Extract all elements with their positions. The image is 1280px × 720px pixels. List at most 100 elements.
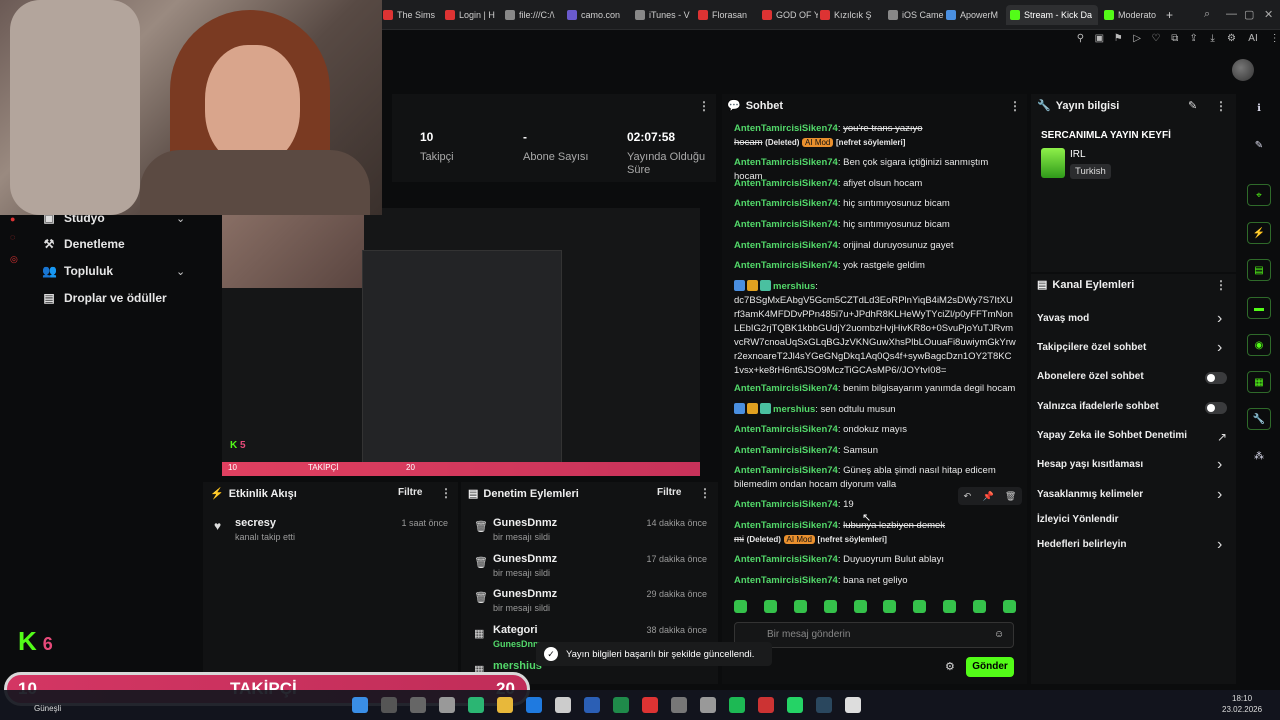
toggle-switch[interactable]	[1205, 372, 1227, 384]
chat-username[interactable]: AntenTamircisiSiken74	[734, 178, 838, 189]
browser-tab[interactable]: Florasan	[698, 5, 754, 25]
reply-icon[interactable]: ↶	[964, 491, 972, 502]
channel-action-item[interactable]: Yalnızca ifadelerle sohbet	[1037, 401, 1159, 412]
sidebar-item-community[interactable]: 👥 Topluluk	[42, 264, 113, 278]
channel-action-item[interactable]: Yasaklanmış kelimeler	[1037, 489, 1143, 500]
chat-menu-icon[interactable]: ⋮	[1009, 99, 1021, 113]
channel-action-item[interactable]: Abonelere özel sohbet	[1037, 371, 1144, 382]
pdf-icon[interactable]	[642, 697, 658, 713]
sidebar-item-drops[interactable]: ▤ Droplar ve ödüller	[42, 291, 166, 305]
chat-username[interactable]: AntenTamircisiSiken74	[734, 499, 838, 510]
menu-icon[interactable]: ⋮	[1269, 33, 1280, 44]
browser-tab[interactable]: camo.con	[567, 5, 623, 25]
emote-icon[interactable]	[883, 600, 897, 613]
search-tabs-icon[interactable]: ⌕	[1204, 8, 1210, 21]
chat-message[interactable]: AntenTamircisiSiken74: hiç sıntımıyosunu…	[734, 218, 1016, 232]
edit-icon[interactable]: ✎	[1188, 99, 1197, 112]
minimize-icon[interactable]: —	[1226, 8, 1237, 20]
chat-username[interactable]: AntenTamircisiSiken74	[734, 554, 838, 565]
chat-bubble-icon[interactable]: ▬	[1247, 297, 1271, 319]
new-tab-button[interactable]: +	[1166, 8, 1173, 22]
chevron-right-icon[interactable]: ›	[1217, 537, 1222, 553]
broadcast-icon[interactable]: ◉	[1247, 334, 1271, 356]
apps-icon[interactable]: ⁂	[1247, 446, 1271, 468]
search-icon[interactable]	[381, 697, 397, 713]
chat-username[interactable]: AntenTamircisiSiken74	[734, 575, 838, 586]
pin-icon[interactable]: 📌	[982, 491, 993, 502]
chat-message[interactable]: AntenTamircisiSiken74: yok rastgele geld…	[734, 259, 1016, 273]
moderation-actor[interactable]: GunesDnmz	[493, 588, 557, 600]
moderation-filter-button[interactable]: Filtre	[657, 487, 681, 498]
bookmark-icon[interactable]: ⚑	[1113, 33, 1124, 44]
stream-info-menu-icon[interactable]: ⋮	[1215, 99, 1227, 113]
moderation-actor[interactable]: Kategori	[493, 624, 538, 636]
target-icon[interactable]: ⌖	[1247, 184, 1271, 206]
folder-icon[interactable]	[497, 697, 513, 713]
file-icon[interactable]	[439, 697, 455, 713]
channel-action-item[interactable]: Hesap yaşı kısıtlaması	[1037, 459, 1143, 470]
channel-action-item[interactable]: Takipçilere özel sohbet	[1037, 342, 1146, 353]
app-icon[interactable]	[671, 697, 687, 713]
browser-tab[interactable]: Kızılcık Ş	[820, 5, 876, 25]
activity-menu-icon[interactable]: ⋮	[440, 486, 452, 500]
channel-action-item[interactable]: İzleyici Yönlendir	[1037, 514, 1119, 525]
chat-input[interactable]: Bir mesaj gönderin	[734, 622, 1014, 648]
moderation-actor[interactable]: mershius	[493, 660, 542, 672]
emote-icon[interactable]	[823, 600, 837, 613]
activity-user[interactable]: secresy	[235, 517, 276, 529]
moderation-actor[interactable]: GunesDnmz	[493, 553, 557, 565]
stream-preview[interactable]: K 5 10 TAKİPÇİ 20	[222, 208, 700, 476]
delete-icon[interactable]: 🗑	[1005, 491, 1016, 502]
spotify-icon[interactable]	[729, 697, 745, 713]
pin-icon[interactable]: ⚲	[1075, 33, 1086, 44]
chevron-down-icon[interactable]: ⌄	[176, 265, 185, 278]
browser-tab[interactable]: Login | H	[445, 5, 501, 25]
music-icon[interactable]	[700, 697, 716, 713]
emote-icon[interactable]	[973, 600, 986, 613]
chat-message[interactable]: AntenTamircisiSiken74: lubunya lezbiyen …	[734, 519, 1016, 547]
chat-username[interactable]: AntenTamircisiSiken74	[734, 445, 838, 456]
chat-username[interactable]: AntenTamircisiSiken74	[734, 219, 838, 230]
github-icon[interactable]	[845, 697, 861, 713]
layout-icon[interactable]: ▦	[1247, 371, 1271, 393]
lightning-icon[interactable]: ⚡	[1247, 222, 1271, 244]
emoji-icon[interactable]: ☺	[994, 629, 1004, 640]
avatar[interactable]	[1232, 59, 1254, 81]
chat-message[interactable]: mershius: dc7BSgMxEAbgV5Gcm5CZTdLd3EoRPl…	[734, 280, 1016, 378]
browser-tab[interactable]: Moderato	[1104, 5, 1160, 25]
ai-button[interactable]: AI	[1245, 33, 1261, 44]
browser-tab[interactable]: iOS Came	[888, 5, 944, 25]
close-icon[interactable]: ✕	[1264, 8, 1273, 21]
activity-filter-button[interactable]: Filtre	[398, 487, 422, 498]
wrench-icon[interactable]: 🔧	[1247, 408, 1271, 430]
play-icon[interactable]: ▷	[1132, 33, 1143, 44]
browser-tab[interactable]: The Sims	[383, 5, 439, 25]
chat-username[interactable]: AntenTamircisiSiken74	[734, 383, 838, 394]
chat-username[interactable]: mershius	[773, 404, 815, 415]
steam-icon[interactable]	[816, 697, 832, 713]
document-icon[interactable]: ▤	[1247, 259, 1271, 281]
sidebar-item-moderation[interactable]: ⚒ Denetleme	[42, 237, 125, 251]
send-button[interactable]: Gönder	[966, 657, 1014, 677]
chat-message[interactable]: AntenTamircisiSiken74: afiyet olsun hoca…	[734, 177, 1016, 191]
external-link-icon[interactable]: ↗	[1217, 430, 1227, 444]
chat-username[interactable]: AntenTamircisiSiken74	[734, 123, 838, 134]
stats-menu-icon[interactable]: ⋮	[698, 99, 710, 113]
task-view-icon[interactable]	[410, 697, 426, 713]
obs-icon[interactable]	[758, 697, 774, 713]
chat-username[interactable]: mershius	[773, 281, 815, 292]
browser-tab[interactable]: file:///C:/\	[505, 5, 561, 25]
emote-icon[interactable]	[943, 600, 957, 613]
emote-icon[interactable]	[1002, 600, 1016, 613]
emote-icon[interactable]	[853, 600, 867, 613]
taskbar-clock[interactable]: 18:10 23.02.2026	[1222, 693, 1262, 715]
chat-message[interactable]: AntenTamircisiSiken74: you're trans yazı…	[734, 122, 1016, 150]
browser-tab[interactable]: Stream - Kick Da	[1006, 5, 1098, 25]
whatsapp-icon[interactable]	[787, 697, 803, 713]
chat-message[interactable]: AntenTamircisiSiken74: benim bilgisayarı…	[734, 382, 1016, 396]
chat-username[interactable]: AntenTamircisiSiken74	[734, 520, 838, 531]
chat-username[interactable]: AntenTamircisiSiken74	[734, 465, 838, 476]
toggle-switch[interactable]	[1205, 402, 1227, 414]
moderation-menu-icon[interactable]: ⋮	[699, 486, 711, 500]
word-icon[interactable]	[584, 697, 600, 713]
